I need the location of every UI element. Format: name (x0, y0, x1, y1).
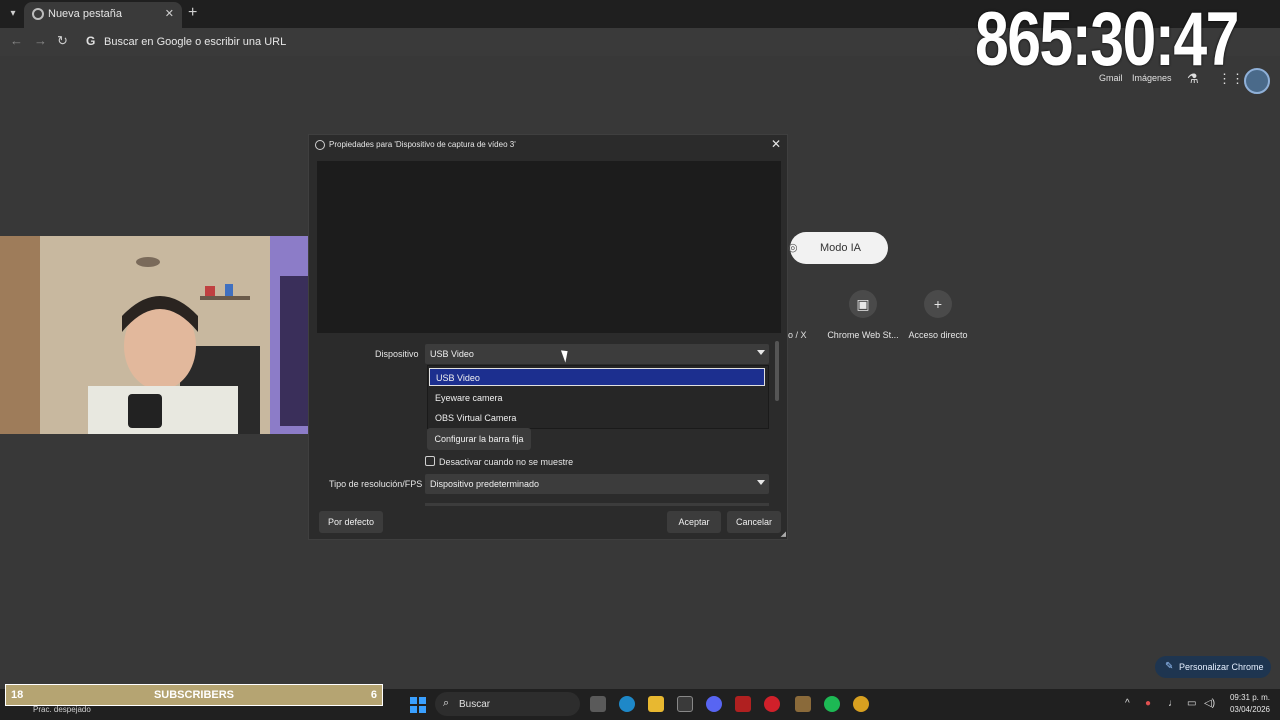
properties-dialog: Propiedades para 'Dispositivo de captura… (308, 134, 788, 540)
defaults-button-label: Por defecto (327, 517, 375, 527)
tab-search-icon[interactable]: ▾ (4, 5, 22, 23)
dialog-title: Propiedades para 'Dispositivo de captura… (329, 140, 516, 149)
resolution-label: Tipo de resolución/FPS (329, 479, 423, 489)
subscribers-label: SUBSCRIBERS (153, 689, 235, 701)
shortcut-label: Chrome Web St... (827, 330, 899, 340)
close-icon[interactable]: ✕ (771, 137, 781, 151)
pencil-icon: ✎ (1165, 661, 1174, 672)
device-select[interactable]: USB Video (425, 344, 769, 364)
device-option[interactable]: USB Video (429, 368, 765, 386)
gmail-link[interactable]: Gmail (1099, 73, 1123, 83)
cancel-button-label: Cancelar (735, 517, 773, 527)
resolution-selected-value: Dispositivo predeterminado (430, 479, 540, 489)
cancel-button[interactable]: Cancelar (727, 511, 781, 533)
device-option-label: OBS Virtual Camera (435, 413, 517, 423)
plus-icon: + (924, 290, 952, 318)
stream-timer: 865:30:47 (975, 0, 1239, 82)
partial-field (425, 503, 769, 506)
chrome-taskbar-icon[interactable] (853, 696, 869, 712)
chevron-down-icon (757, 350, 765, 355)
subscribers-goal: 6 (370, 689, 377, 701)
task-view-icon[interactable] (590, 696, 606, 712)
omnibox-placeholder: Buscar en Google o escribir una URL (104, 36, 287, 48)
avatar[interactable] (1244, 68, 1270, 94)
omnibox[interactable]: G Buscar en Google o escribir una URL (80, 30, 960, 54)
device-option-label: USB Video (436, 373, 480, 383)
tab-title: Nueva pestaña (48, 8, 122, 20)
clock-date[interactable]: 03/04/2026 (1226, 705, 1270, 714)
configure-crossbar-label: Configurar la barra fija (434, 434, 524, 444)
deactivate-checkbox-label: Desactivar cuando no se muestre (439, 457, 574, 467)
opera-icon[interactable] (764, 696, 780, 712)
resize-grip-icon[interactable]: ◢ (781, 530, 786, 538)
reload-icon[interactable]: ↻ (57, 33, 68, 49)
new-tab-button[interactable]: + (188, 4, 197, 22)
shortcut-label: Acceso directo (908, 330, 968, 340)
web-store-icon: ▣ (849, 290, 877, 318)
configure-crossbar-button[interactable]: Configurar la barra fija (427, 428, 531, 450)
device-label: Dispositivo (375, 349, 419, 359)
microphone-icon[interactable]: ♩ (1168, 698, 1178, 709)
device-option[interactable]: Eyeware camera (428, 388, 768, 408)
chevron-up-icon[interactable]: ^ (1125, 698, 1130, 709)
tab-new-tab[interactable]: Nueva pestaña ✕ (24, 2, 182, 28)
clock-time[interactable]: 09:31 p. m. (1226, 693, 1270, 702)
device-dropdown-list: USB Video Eyeware camera OBS Virtual Cam… (427, 365, 769, 429)
volume-icon[interactable]: ◁) (1204, 698, 1215, 709)
scrollbar[interactable] (775, 341, 779, 401)
shortcut-chrome-web-store[interactable]: ▣ Chrome Web St... (823, 290, 903, 340)
forward-icon[interactable]: → (34, 33, 47, 48)
accept-button-label: Aceptar (678, 517, 710, 527)
google-icon: G (86, 34, 96, 48)
close-tab-icon[interactable]: ✕ (165, 7, 174, 20)
chevron-down-icon (757, 480, 765, 485)
obs-taskbar-icon[interactable] (795, 696, 811, 712)
chrome-icon (32, 8, 44, 20)
shortcut-x-label[interactable]: o / X (788, 330, 807, 340)
taskbar-search[interactable]: ⌕ Buscar (435, 692, 580, 716)
device-option-label: Eyeware camera (435, 393, 503, 403)
video-preview (317, 161, 781, 333)
tray-app-icon[interactable]: ● (1145, 698, 1151, 709)
subscribers-goal-bar: 18 SUBSCRIBERS 6 (5, 684, 383, 706)
file-explorer-icon[interactable] (648, 696, 664, 712)
edge-icon[interactable] (619, 696, 635, 712)
apps-grid-icon[interactable]: ⋮⋮ (1218, 71, 1244, 87)
resolution-select[interactable]: Dispositivo predeterminado (425, 474, 769, 494)
network-icon[interactable]: ▭ (1187, 698, 1196, 709)
weather-status[interactable]: Prac. despejado (33, 705, 91, 714)
images-link[interactable]: Imágenes (1132, 73, 1172, 83)
deactivate-checkbox[interactable] (425, 456, 435, 466)
defaults-button[interactable]: Por defecto (319, 511, 383, 533)
back-icon[interactable]: ← (10, 33, 23, 48)
search-icon: ⌕ (443, 697, 450, 709)
personalize-chrome-button[interactable]: ✎ Personalizar Chrome (1155, 656, 1271, 678)
store-icon[interactable] (677, 696, 693, 712)
lens-icon[interactable]: ◎ (788, 241, 798, 254)
windows-start-icon[interactable] (410, 697, 426, 713)
personalize-label: Personalizar Chrome (1179, 662, 1264, 672)
obs-icon (315, 140, 325, 150)
discord-icon[interactable] (706, 696, 722, 712)
shortcut-add[interactable]: + Acceso directo (898, 290, 978, 340)
accept-button[interactable]: Aceptar (667, 511, 721, 533)
ai-mode-button[interactable]: ◎ Modo IA (788, 232, 888, 264)
webcam-image (0, 236, 353, 434)
taskbar-search-label: Buscar (459, 699, 491, 710)
labs-icon[interactable]: ⚗ (1187, 71, 1199, 87)
device-option[interactable]: OBS Virtual Camera (428, 408, 768, 428)
ai-mode-label: Modo IA (820, 242, 861, 254)
spotify-icon[interactable] (824, 696, 840, 712)
webcam-feed (0, 236, 353, 434)
device-selected-value: USB Video (430, 349, 474, 359)
app-icon[interactable] (735, 696, 751, 712)
